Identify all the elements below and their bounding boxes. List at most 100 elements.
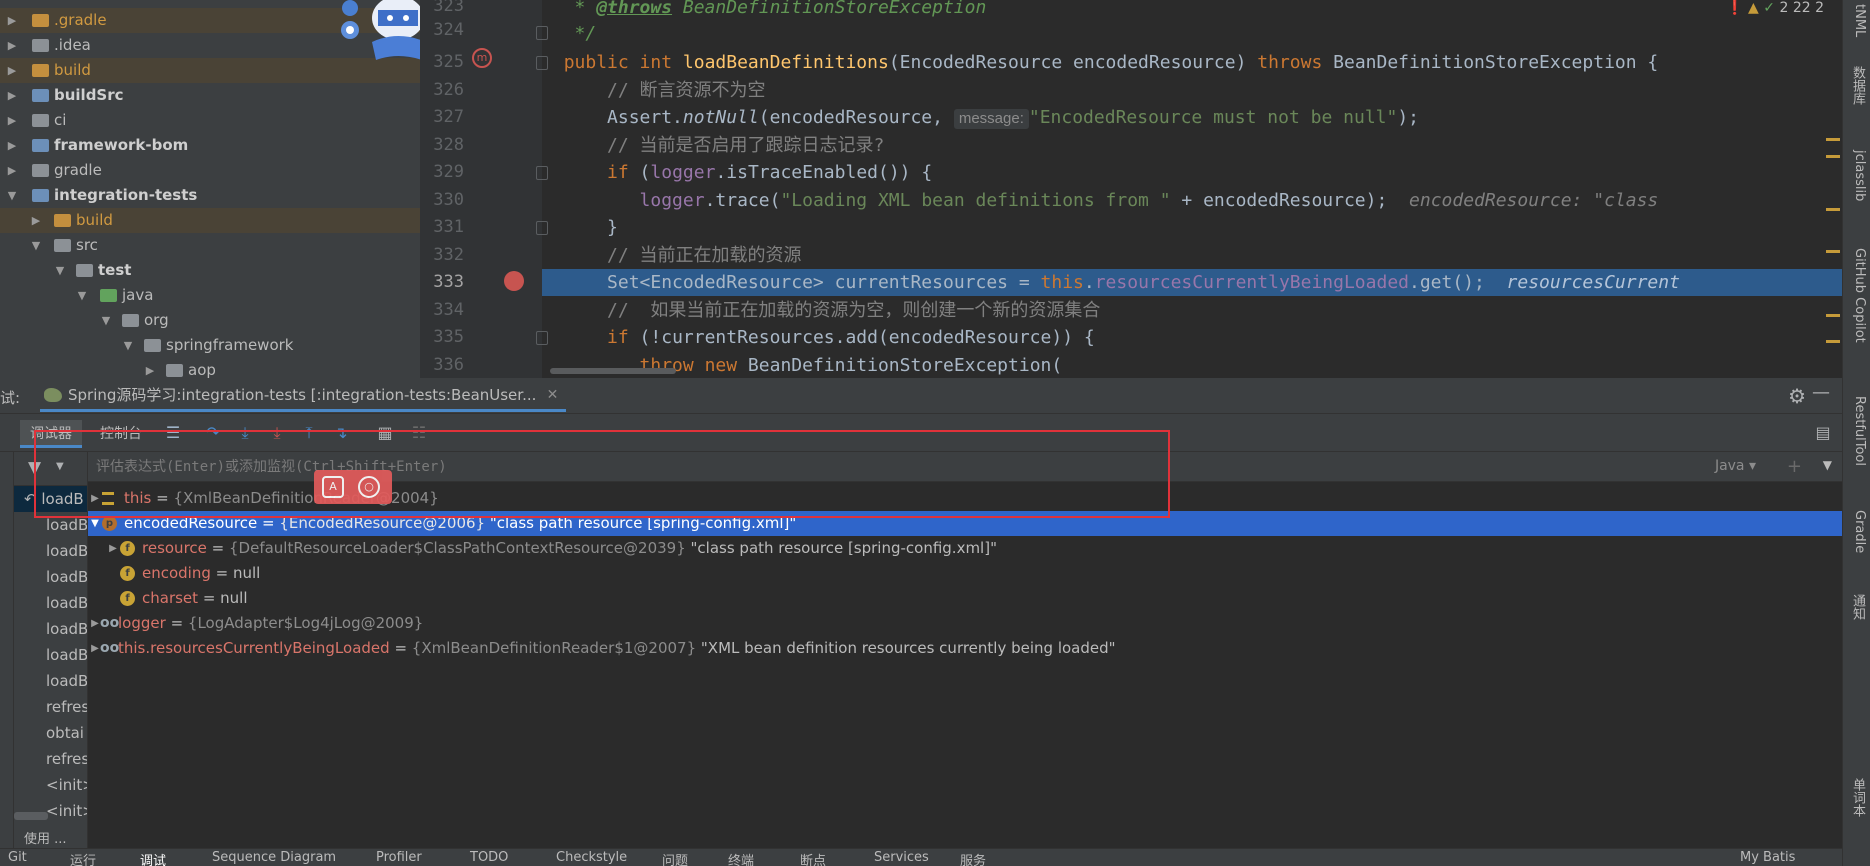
tool-tab-wordbook[interactable]: 单词本 xyxy=(1847,778,1867,817)
ocr-text-icon[interactable]: A xyxy=(322,476,344,498)
frame-item[interactable]: loadB xyxy=(14,564,87,590)
frame-item[interactable]: loadB xyxy=(14,668,87,694)
bottom-tab-checkstyle[interactable]: Checkstyle xyxy=(556,850,627,865)
tree-item-java[interactable]: ▼ java xyxy=(0,283,420,308)
bottom-tab-mybatis[interactable]: My Batis xyxy=(1740,850,1795,865)
code-line[interactable]: // 断言资源不为空 xyxy=(542,77,1842,104)
chevron-right-icon[interactable]: ▶ xyxy=(6,83,18,108)
tool-tab-tnml[interactable]: tNML xyxy=(1847,4,1867,37)
frame-item[interactable]: refres xyxy=(14,694,87,720)
frame-item[interactable]: <init> xyxy=(14,772,87,798)
code-line[interactable]: if (logger.isTraceEnabled()) { xyxy=(542,159,1842,186)
chevron-down-icon[interactable]: ▼ xyxy=(122,333,134,358)
variable-row-resources-loaded[interactable]: ▶ oo this.resourcesCurrentlyBeingLoaded … xyxy=(88,636,1842,661)
frame-item[interactable]: <init> xyxy=(14,798,87,824)
language-selector[interactable]: Java ▾ xyxy=(1715,458,1756,474)
tree-item-src[interactable]: ▼ src xyxy=(0,233,420,258)
close-icon[interactable]: ✕ xyxy=(547,378,559,412)
frame-item[interactable]: obtai xyxy=(14,720,87,746)
tool-tab-database[interactable]: 数据库 xyxy=(1847,66,1867,105)
screenshot-ocr-toolbar[interactable]: A ○ xyxy=(314,470,392,504)
variable-row-logger[interactable]: ▶ oo logger = {LogAdapter$Log4jLog@2009} xyxy=(88,611,1842,636)
tree-item-buildsrc[interactable]: ▶ buildSrc xyxy=(0,83,420,108)
warning-stripe[interactable] xyxy=(1826,340,1840,343)
warning-stripe[interactable] xyxy=(1826,314,1840,317)
bottom-tab-services[interactable]: Services xyxy=(874,850,929,865)
code-line[interactable]: logger.trace("Loading XML bean definitio… xyxy=(542,187,1842,214)
tool-tab-github-copilot[interactable]: GitHub Copilot xyxy=(1847,248,1867,343)
frame-item[interactable]: refres xyxy=(14,746,87,772)
bottom-tab-profiler[interactable]: Profiler xyxy=(376,850,422,865)
bottom-tab-run[interactable]: 运行 xyxy=(70,850,96,866)
chevron-down-icon[interactable]: ▼ xyxy=(76,283,88,308)
tree-item-integration-tests[interactable]: ▼ integration-tests xyxy=(0,183,420,208)
warning-stripe[interactable] xyxy=(1826,208,1840,211)
warning-stripe[interactable] xyxy=(1826,250,1840,253)
frame-item[interactable]: loadB xyxy=(14,538,87,564)
chevron-right-icon[interactable]: ▶ xyxy=(6,158,18,183)
chevron-down-icon[interactable]: ▼ xyxy=(6,183,18,208)
chevron-right-icon[interactable]: ▶ xyxy=(6,8,18,33)
warning-stripe[interactable] xyxy=(1826,138,1840,141)
variable-row-encoding[interactable]: f encoding = null xyxy=(88,561,1842,586)
bottom-tab-git[interactable]: Git xyxy=(8,850,27,865)
code-line[interactable]: if (!currentResources.add(encodedResourc… xyxy=(542,324,1842,351)
tree-item-aop[interactable]: ▶ aop xyxy=(0,358,420,378)
code-line[interactable]: // 当前正在加载的资源 xyxy=(542,242,1842,269)
code-line[interactable]: throw new BeanDefinitionStoreException( xyxy=(542,352,1842,378)
chevron-right-icon[interactable]: ▶ xyxy=(144,358,156,378)
variable-row-charset[interactable]: f charset = null xyxy=(88,586,1842,611)
bottom-tab-service[interactable]: 服务 xyxy=(960,850,986,866)
add-watch-icon[interactable]: + xyxy=(1787,456,1802,477)
chevron-right-icon[interactable]: ▶ xyxy=(6,108,18,133)
chevron-down-icon[interactable]: ▼ xyxy=(54,258,66,283)
tree-item-framework-bom[interactable]: ▶ framework-bom xyxy=(0,133,420,158)
chevron-right-icon[interactable]: ▶ xyxy=(6,33,18,58)
bottom-tab-debug[interactable]: 调试 xyxy=(140,850,166,866)
chevron-down-icon[interactable]: ▼ xyxy=(100,308,112,333)
code-line[interactable]: // 当前是否启用了跟踪日志记录? xyxy=(542,132,1842,159)
variable-row-resource[interactable]: ▶ f resource = {DefaultResourceLoader$Cl… xyxy=(88,536,1842,561)
inspection-widget[interactable]: ❗ ▲ ✓ 2 22 2 xyxy=(1726,0,1824,16)
frame-item[interactable]: loadB xyxy=(14,616,87,642)
code-line[interactable]: * @throws BeanDefinitionStoreException xyxy=(542,0,1842,21)
chevron-right-icon[interactable]: ▶ xyxy=(30,208,42,233)
bottom-tab-terminal[interactable]: 终端 xyxy=(728,850,754,866)
frames-scrollbar[interactable] xyxy=(14,812,48,820)
debug-session-tab[interactable]: Spring源码学习:integration-tests [:integrati… xyxy=(40,378,567,412)
bottom-tab-todo[interactable]: TODO xyxy=(470,850,508,865)
breakpoint-icon[interactable] xyxy=(504,271,524,291)
chevron-down-icon[interactable]: ▼ xyxy=(1823,458,1832,472)
bottom-tab-problems[interactable]: 问题 xyxy=(662,850,688,866)
code-line[interactable]: } xyxy=(542,214,1842,241)
layout-settings-icon[interactable]: ▤ xyxy=(1812,422,1834,444)
warning-stripe[interactable] xyxy=(1826,155,1840,158)
tool-tab-restfultool[interactable]: RestfulTool xyxy=(1847,396,1867,466)
gear-icon[interactable]: ⚙ xyxy=(1788,384,1806,408)
tree-item-gradle-dir[interactable]: ▶ gradle xyxy=(0,158,420,183)
current-execution-line[interactable]: Set<EncodedResource> currentResources = … xyxy=(542,269,1842,296)
frame-item[interactable]: loadB xyxy=(14,642,87,668)
minimize-icon[interactable]: — xyxy=(1812,382,1830,403)
code-line[interactable]: Assert.notNull(encodedResource, message:… xyxy=(542,104,1842,131)
code-line[interactable]: */ xyxy=(542,20,1842,47)
horizontal-scrollbar[interactable] xyxy=(550,368,676,374)
chevron-right-icon[interactable]: ▶ xyxy=(6,133,18,158)
chevron-down-icon[interactable]: ▼ xyxy=(30,233,42,258)
tool-tab-gradle[interactable]: Gradle xyxy=(1847,510,1867,553)
tree-item-test[interactable]: ▼ test xyxy=(0,258,420,283)
tool-tab-notifications[interactable]: 通知 xyxy=(1847,594,1867,620)
code-line[interactable]: // 如果当前正在加载的资源为空，则创建一个新的资源集合 xyxy=(542,297,1842,324)
bottom-tab-breakpoints[interactable]: 断点 xyxy=(800,850,826,866)
frame-item[interactable]: loadB xyxy=(14,590,87,616)
chevron-right-icon[interactable]: ▶ xyxy=(6,58,18,83)
tool-tab-jclasslib[interactable]: jclasslib xyxy=(1847,150,1867,201)
tree-item-springframework[interactable]: ▼ springframework xyxy=(0,333,420,358)
tree-item-ci[interactable]: ▶ ci xyxy=(0,108,420,133)
tree-item-org[interactable]: ▼ org xyxy=(0,308,420,333)
chevron-right-icon[interactable]: ▶ xyxy=(106,536,120,561)
frames-footer[interactable]: 使用 ... xyxy=(14,828,88,848)
search-icon[interactable]: ○ xyxy=(358,476,380,498)
code-editor[interactable]: 323 324 325 326 327 328 329 330 331 332 … xyxy=(420,0,1842,378)
code-line[interactable]: public int loadBeanDefinitions(EncodedRe… xyxy=(542,49,1842,76)
